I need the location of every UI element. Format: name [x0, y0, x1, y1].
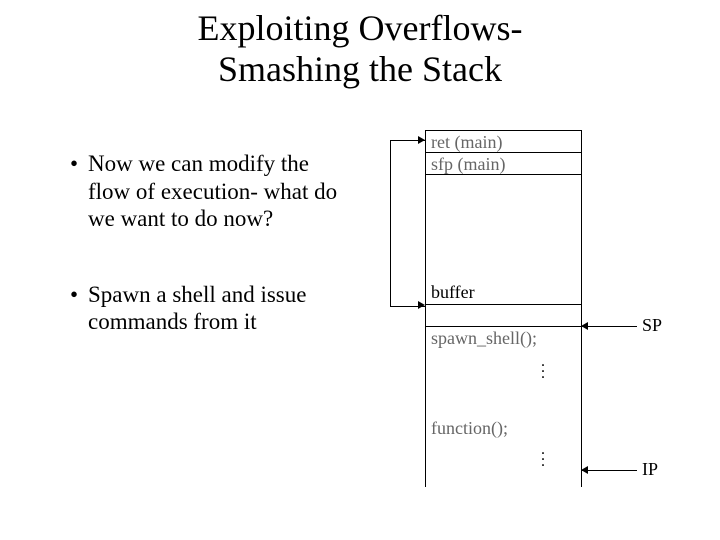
stack-cell-buffer: buffer [426, 175, 581, 305]
bullet-item: • Spawn a shell and issue commands from … [70, 281, 350, 336]
overflow-arrow-connector [390, 140, 426, 307]
func-label: function(); [431, 418, 508, 438]
slide: Exploiting Overflows- Smashing the Stack… [0, 0, 720, 540]
bullet-dot-icon: • [70, 281, 88, 336]
sp-label: SP [642, 315, 662, 336]
arrow-left-icon [581, 466, 588, 474]
title-line-2: Smashing the Stack [218, 49, 502, 89]
bullet-text: Now we can modify the flow of execution-… [88, 150, 350, 233]
stack-cell-gap [426, 305, 581, 327]
stack-frame: ret (main) sfp (main) buffer spawn_shell… [425, 130, 582, 487]
stack-cell-sfp: sfp (main) [426, 153, 581, 175]
stack-cell-func: function(); ... [426, 417, 581, 487]
title-line-1: Exploiting Overflows- [198, 8, 523, 48]
sp-pointer-line [582, 326, 637, 327]
vertical-dots-icon: ... [541, 359, 545, 377]
ip-pointer-line [582, 470, 637, 471]
ip-label: IP [642, 459, 658, 480]
arrow-right-icon [418, 301, 425, 309]
vertical-dots-icon: ... [541, 447, 545, 465]
spawn-label: spawn_shell(); [431, 328, 537, 348]
stack-cell-ret: ret (main) [426, 131, 581, 153]
bullet-list: • Now we can modify the flow of executio… [70, 150, 350, 384]
bullet-dot-icon: • [70, 150, 88, 233]
arrow-left-icon [581, 322, 588, 330]
stack-cell-spawn: spawn_shell(); ... [426, 327, 581, 417]
bullet-item: • Now we can modify the flow of executio… [70, 150, 350, 233]
stack-diagram: ret (main) sfp (main) buffer spawn_shell… [370, 120, 710, 500]
arrow-right-icon [418, 136, 425, 144]
bullet-text: Spawn a shell and issue commands from it [88, 281, 350, 336]
slide-title: Exploiting Overflows- Smashing the Stack [0, 0, 720, 91]
buffer-label: buffer [431, 282, 475, 303]
